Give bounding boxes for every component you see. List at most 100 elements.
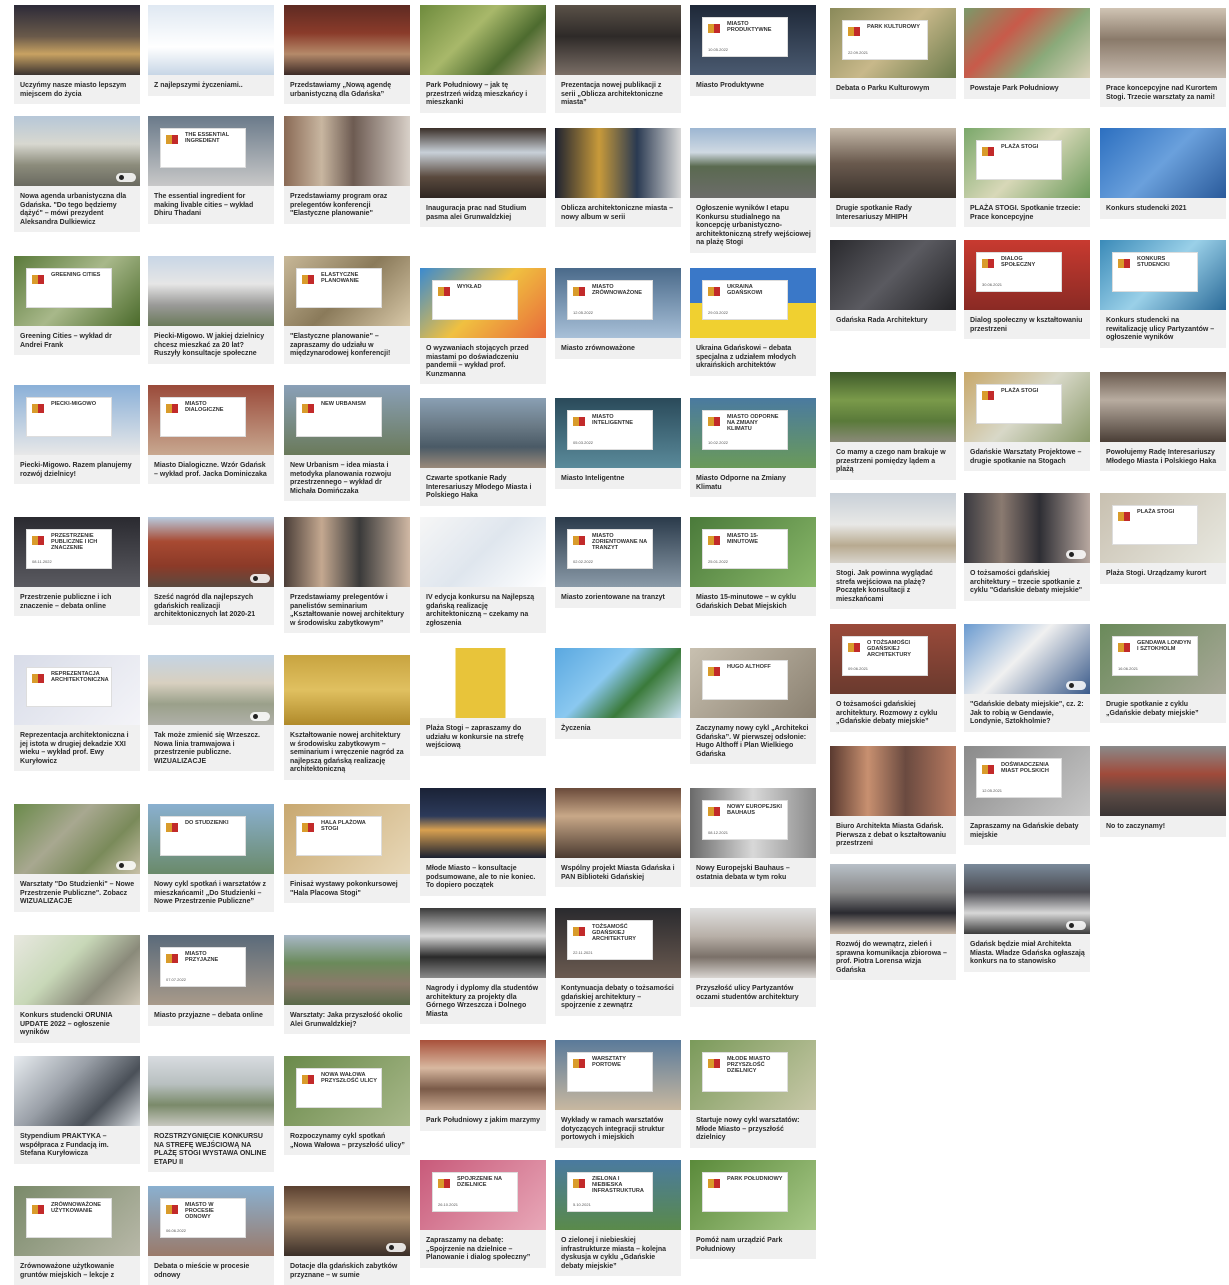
article-thumbnail[interactable] (148, 1056, 274, 1126)
article-title[interactable]: Dialog społeczny w kształtowaniu przestr… (964, 310, 1090, 339)
article-title[interactable]: Prezentacja nowej publikacji z serii „Ob… (555, 75, 681, 113)
article-thumbnail[interactable] (14, 5, 140, 75)
article-card[interactable]: Co mamy a czego nam brakuje w przestrzen… (830, 372, 956, 480)
article-title[interactable]: O tożsamości gdańskiej architektury. Roz… (830, 694, 956, 732)
article-thumbnail[interactable] (420, 788, 546, 858)
article-title[interactable]: Kontynuacja debaty o tożsamości gdańskie… (555, 978, 681, 1016)
article-title[interactable]: Ukraina Gdańskowi – debata specjalna z u… (690, 338, 816, 376)
article-thumbnail[interactable]: DOŚWIADCZENIA MIAST POLSKICH 12.05.2021 (964, 746, 1090, 816)
article-card[interactable]: Przedstawiamy „Nową agendę urbanistyczną… (284, 5, 410, 105)
article-card[interactable]: Życzenia (555, 648, 681, 739)
article-thumbnail[interactable] (830, 493, 956, 563)
article-card[interactable]: PLAŻA STOGI PLAŻA STOGI. Spotkanie trzeci… (964, 128, 1090, 228)
article-thumbnail[interactable] (284, 1186, 410, 1256)
article-thumbnail[interactable] (690, 128, 816, 198)
article-thumbnail[interactable]: MIASTO PRZYJAZNE 07.07.2022 (148, 935, 274, 1005)
article-card[interactable]: PLAŻA STOGI Plaża Stogi. Urządzamy kurort (1100, 493, 1226, 584)
article-thumbnail[interactable] (964, 624, 1090, 694)
article-thumbnail[interactable] (830, 128, 956, 198)
article-thumbnail[interactable] (1100, 8, 1226, 78)
article-thumbnail[interactable] (284, 116, 410, 186)
article-title[interactable]: Drugie spotkanie Rady Interesariuszy MHI… (830, 198, 956, 227)
article-thumbnail[interactable]: GENDAWA LONDYN I SZTOKHOLM 16.06.2021 (1100, 624, 1226, 694)
article-title[interactable]: Zapraszamy na Gdańskie debaty miejskie (964, 816, 1090, 845)
article-title[interactable]: Konkurs studencki na rewitalizację ulicy… (1100, 310, 1226, 348)
article-card[interactable]: O TOŻSAMOŚCI GDAŃSKIEJ ARCHITEKTURY 09.06… (830, 624, 956, 732)
article-card[interactable]: DO STUDZIENKI Nowy cykl spotkań i warszta… (148, 804, 274, 912)
article-title[interactable]: Debata o mieście w procesie odnowy (148, 1256, 274, 1285)
article-thumbnail[interactable] (14, 116, 140, 186)
article-card[interactable]: Nowa agenda urbanistyczna dla Gdańska. "… (14, 116, 140, 233)
article-thumbnail[interactable]: DO STUDZIENKI (148, 804, 274, 874)
article-title[interactable]: Miasto Produktywne (690, 75, 816, 96)
article-title[interactable]: Stypendium PRAKTYKA – współpraca z Funda… (14, 1126, 140, 1164)
article-card[interactable]: No to zaczynamy! (1100, 746, 1226, 837)
article-card[interactable]: Prezentacja nowej publikacji z serii „Ob… (555, 5, 681, 113)
article-card[interactable]: WYKŁAD O wyzwaniach stojących przed miast… (420, 268, 546, 385)
article-card[interactable]: Nagrody i dyplomy dla studentów architek… (420, 908, 546, 1025)
article-title[interactable]: Finisaż wystawy pokonkursowej "Hala Plac… (284, 874, 410, 903)
article-title[interactable]: Stogi. Jak powinna wyglądać strefa wejśc… (830, 563, 956, 609)
article-card[interactable]: NOWA WAŁOWA PRZYSZŁOŚĆ ULICY Rozpoczynamy… (284, 1056, 410, 1156)
article-thumbnail[interactable]: NEW URBANISM (284, 385, 410, 455)
article-card[interactable]: SPOJRZENIE NA DZIELNICE 26.10.2021 Zaprasz… (420, 1160, 546, 1268)
article-thumbnail[interactable]: MIASTO DIALOGICZNE (148, 385, 274, 455)
article-card[interactable]: MIASTO DIALOGICZNE Miasto Dialogiczne. Wz… (148, 385, 274, 485)
article-card[interactable]: Przyszłość ulicy Partyzantów oczami stud… (690, 908, 816, 1008)
article-card[interactable]: GENDAWA LONDYN I SZTOKHOLM 16.06.2021 Drug… (1100, 624, 1226, 724)
article-thumbnail[interactable] (420, 648, 546, 718)
article-title[interactable]: Nowy Europejski Bauhaus – ostatnia debat… (690, 858, 816, 887)
article-thumbnail[interactable]: PIECKI-MIGOWO (14, 385, 140, 455)
article-card[interactable]: MIASTO ODPORNE NA ZMIANY KLIMATU 10.02.20… (690, 398, 816, 498)
article-thumbnail[interactable] (420, 128, 546, 198)
article-title[interactable]: Warsztaty "Do Studzienki" – Nowe Przestr… (14, 874, 140, 912)
article-card[interactable]: NEW URBANISM New Urbanism – idea miasta i… (284, 385, 410, 502)
article-title[interactable]: Ogłoszenie wyników I etapu Konkursu stud… (690, 198, 816, 253)
article-card[interactable]: O tożsamości gdańskiej architektury – tr… (964, 493, 1090, 601)
article-card[interactable]: REPREZENTACJA ARCHITEKTONICZNA Reprezenta… (14, 655, 140, 772)
article-title[interactable]: Miasto przyjazne – debata online (148, 1005, 274, 1026)
article-card[interactable]: HUGO ALTHOFF Zaczynamy nowy cykl „Archite… (690, 648, 816, 765)
article-title[interactable]: Nowy cykl spotkań i warsztatów z mieszka… (148, 874, 274, 912)
article-title[interactable]: Przedstawiamy prelegentów i panelistów s… (284, 587, 410, 633)
article-title[interactable]: Przyszłość ulicy Partyzantów oczami stud… (690, 978, 816, 1007)
article-title[interactable]: Piecki-Migowo. Razem planujemy rozwój dz… (14, 455, 140, 484)
article-title[interactable]: Kształtowanie nowej architektury w środo… (284, 725, 410, 780)
article-thumbnail[interactable] (14, 804, 140, 874)
article-thumbnail[interactable] (555, 128, 681, 198)
article-title[interactable]: IV edycja konkursu na Najlepszą gdańską … (420, 587, 546, 633)
article-card[interactable]: NOWY EUROPEJSKI BAUHAUS 08.12.2021 Nowy Eu… (690, 788, 816, 888)
article-thumbnail[interactable] (148, 517, 274, 587)
article-title[interactable]: Inauguracja prac nad Studium pasma alei … (420, 198, 546, 227)
article-thumbnail[interactable] (420, 517, 546, 587)
article-title[interactable]: Nagrody i dyplomy dla studentów architek… (420, 978, 546, 1024)
article-thumbnail[interactable]: TOŻSAMOŚĆ GDAŃSKIEJ ARCHITEKTURY 22.11.20… (555, 908, 681, 978)
article-title[interactable]: Gdańsk będzie miał Architekta Miasta. Wł… (964, 934, 1090, 972)
article-title[interactable]: Reprezentacja architektoniczna i jej ist… (14, 725, 140, 771)
article-thumbnail[interactable] (420, 398, 546, 468)
article-card[interactable]: Kształtowanie nowej architektury w środo… (284, 655, 410, 780)
article-thumbnail[interactable]: PLAŻA STOGI (964, 372, 1090, 442)
article-card[interactable]: Powstaje Park Południowy (964, 8, 1090, 99)
article-card[interactable]: MIASTO PRZYJAZNE 07.07.2022 Miasto przyjaz… (148, 935, 274, 1026)
article-thumbnail[interactable]: HALA PLAŻOWA STOGI (284, 804, 410, 874)
article-title[interactable]: Biuro Architekta Miasta Gdańsk. Pierwsza… (830, 816, 956, 854)
article-title[interactable]: The essential ingredient for making liva… (148, 186, 274, 224)
article-card[interactable]: Czwarte spotkanie Rady Interesariuszy Mł… (420, 398, 546, 506)
article-thumbnail[interactable]: KONKURS STUDENCKI (1100, 240, 1226, 310)
article-title[interactable]: Miasto zorientowane na tranzyt (555, 587, 681, 608)
article-thumbnail[interactable] (830, 240, 956, 310)
article-card[interactable]: Dotacje dla gdańskich zabytków przyznane… (284, 1186, 410, 1285)
article-title[interactable]: Miasto Inteligentne (555, 468, 681, 489)
article-thumbnail[interactable]: MIASTO PRODUKTYWNE 10.05.2022 (690, 5, 816, 75)
article-thumbnail[interactable] (1100, 746, 1226, 816)
article-card[interactable]: Drugie spotkanie Rady Interesariuszy MHI… (830, 128, 956, 228)
article-card[interactable]: Konkurs studencki 2021 (1100, 128, 1226, 219)
article-title[interactable]: Zaczynamy nowy cykl „Architekci Gdańska”… (690, 718, 816, 764)
article-card[interactable]: Powołujemy Radę Interesariuszy Młodego M… (1100, 372, 1226, 472)
article-title[interactable]: Pomóż nam urządzić Park Południowy (690, 1230, 816, 1259)
article-card[interactable]: PIECKI-MIGOWO Piecki-Migowo. Razem planuj… (14, 385, 140, 485)
article-title[interactable]: Plaża Stogi. Urządzamy kurort (1100, 563, 1226, 584)
article-card[interactable]: MIASTO INTELIGENTNE 05.03.2022 Miasto Inte… (555, 398, 681, 489)
article-title[interactable]: Oblicza architektoniczne miasta – nowy a… (555, 198, 681, 227)
